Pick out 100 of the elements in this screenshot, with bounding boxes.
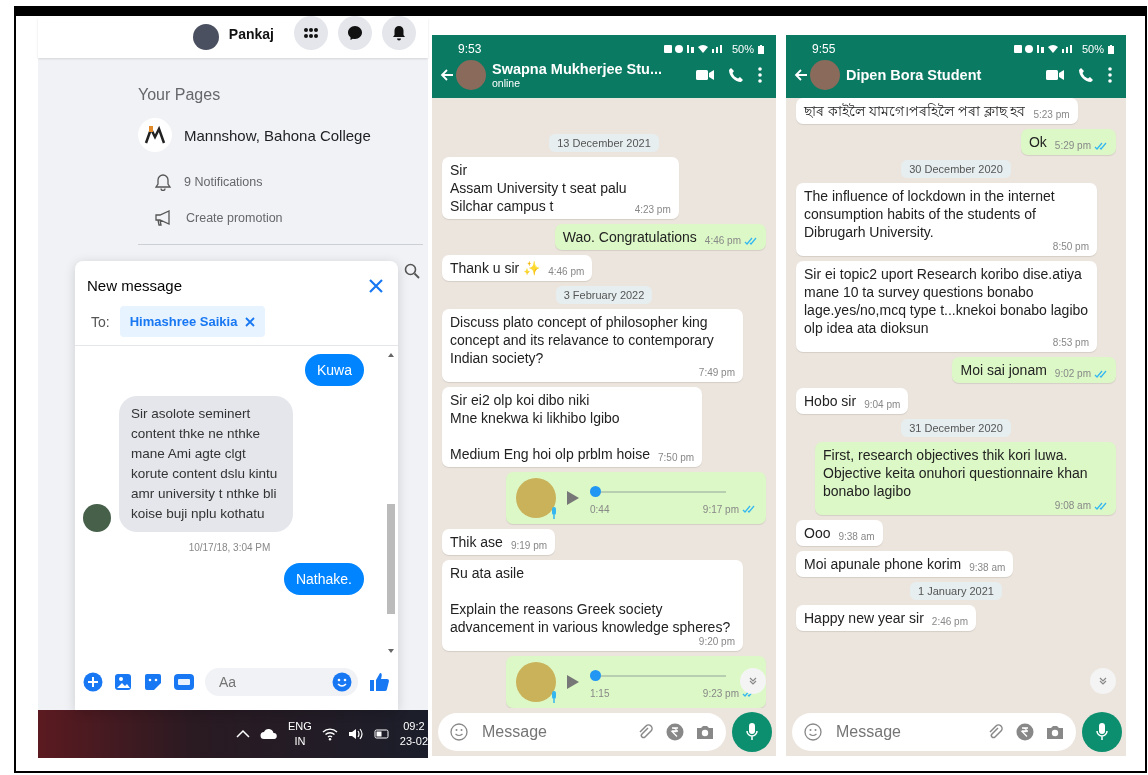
bell-icon[interactable] xyxy=(391,25,407,41)
message-field[interactable]: Message xyxy=(792,713,1076,751)
volume-icon[interactable] xyxy=(347,727,364,741)
microphone-button[interactable] xyxy=(732,712,772,752)
status-time: 9:53 xyxy=(458,42,483,56)
page-action-link[interactable]: Create promotion xyxy=(186,211,283,225)
message-timestamp: 10/17/18, 3:04 PM xyxy=(187,542,272,553)
recipient-chip[interactable]: Himashree Saikia xyxy=(119,306,266,337)
message-text: Moi apunale phone korim xyxy=(804,555,962,573)
page-name[interactable]: Mannshow, Bahona College xyxy=(184,126,371,144)
messenger-button[interactable] xyxy=(338,16,372,50)
date-chip: 31 December 2020 xyxy=(901,419,1011,437)
message-time: 9:08 am xyxy=(1054,500,1091,511)
message-input[interactable]: Message xyxy=(834,722,974,742)
message-text: Discuss plato concept of philosopher king concept and its relavance to contemporary Indian society? xyxy=(450,313,715,367)
message-text: Ok xyxy=(1028,133,1047,151)
double-chevron-down-icon[interactable] xyxy=(748,676,758,686)
battery-icon[interactable] xyxy=(373,729,390,739)
message-text: Moi sai jonam xyxy=(960,361,1047,379)
message-time: 9:20 pm xyxy=(698,636,735,647)
more-options-icon[interactable] xyxy=(758,67,762,83)
message-field[interactable]: Aa xyxy=(205,668,358,696)
video-call-icon[interactable] xyxy=(1046,69,1064,81)
battery-icon xyxy=(758,44,764,54)
message-text: Ooo xyxy=(804,524,831,542)
rupee-icon[interactable] xyxy=(666,723,684,741)
microphone-button[interactable] xyxy=(1082,712,1122,752)
phone-icon[interactable] xyxy=(728,67,744,83)
emoji-icon[interactable] xyxy=(804,723,822,741)
message-text: Sir ei topic2 uport Research koribo dise.atiya mane 10 ta survey questions bonabo lage.yes/no,mcq type t...knekoi bonabo lagibo olp idea ata dioksun xyxy=(804,265,1089,337)
voice-duration: 1:15 xyxy=(590,687,610,699)
message-text: Hobo sir xyxy=(804,392,857,410)
thumbs-up-icon[interactable] xyxy=(368,671,390,693)
play-icon[interactable] xyxy=(566,674,580,690)
grid-icon[interactable] xyxy=(303,27,319,39)
date-chip: 13 December 2021 xyxy=(549,134,659,152)
wifi-icon[interactable] xyxy=(321,727,338,741)
phone-icon[interactable] xyxy=(1078,67,1094,83)
cloud-icon[interactable] xyxy=(260,728,278,740)
microphone-icon[interactable] xyxy=(1096,723,1108,741)
camera-icon[interactable] xyxy=(1046,724,1064,740)
message-input[interactable]: Aa xyxy=(217,673,332,691)
scroll-up-icon[interactable] xyxy=(387,352,395,358)
battery-level: 50% xyxy=(1081,43,1104,55)
emoji-icon[interactable] xyxy=(450,723,468,741)
message-time: 5:23 pm xyxy=(1033,109,1070,120)
chat-bubble-icon[interactable] xyxy=(347,25,363,41)
back-arrow-icon[interactable] xyxy=(440,68,454,82)
language-indicator[interactable]: ENG IN xyxy=(288,719,312,749)
message-time: 9:04 pm xyxy=(864,399,901,410)
message-text: First, research objectives thik kori luwa. Objective keita onuhori questionnaire khan bonabo lagibo xyxy=(823,446,1089,500)
message-time: 8:53 pm xyxy=(1052,337,1089,348)
status-time: 9:55 xyxy=(812,42,837,56)
message-time: 2:46 pm xyxy=(931,616,968,627)
scrollbar-thumb[interactable] xyxy=(387,504,395,614)
more-options-icon[interactable] xyxy=(1108,67,1112,83)
sticker-icon[interactable] xyxy=(143,672,163,692)
contact-name[interactable]: Dipen Bora Student xyxy=(846,67,1032,83)
date-chip: 1 January 2021 xyxy=(910,582,1002,600)
remove-icon[interactable] xyxy=(245,316,256,327)
bell-icon xyxy=(154,173,172,191)
image-icon[interactable] xyxy=(113,672,133,692)
date-chip: 30 December 2020 xyxy=(901,160,1011,178)
rupee-icon[interactable] xyxy=(1016,723,1034,741)
profile-name[interactable]: Pankaj xyxy=(228,26,274,42)
audio-progress-thumb[interactable] xyxy=(590,486,601,497)
photo-placeholder xyxy=(516,478,556,518)
message-input[interactable]: Message xyxy=(480,722,624,742)
menu-grid-button[interactable] xyxy=(294,16,328,50)
search-icon[interactable] xyxy=(404,263,420,279)
audio-progress-thumb[interactable] xyxy=(590,670,601,681)
message-time: 9:38 am xyxy=(969,562,1006,573)
clock[interactable]: 09:2 23-02 xyxy=(399,719,428,749)
emoji-icon[interactable] xyxy=(332,672,352,692)
message-field[interactable]: Message xyxy=(438,713,726,751)
message-text: Sir Assam University t seat palu Silchar campus t xyxy=(450,161,627,215)
notifications-button[interactable] xyxy=(382,16,416,50)
message-time: 7:49 pm xyxy=(698,367,735,378)
contact-name[interactable]: Swapna Mukherjee Stu... xyxy=(492,61,682,77)
back-arrow-icon[interactable] xyxy=(794,68,808,82)
message-time: 9:17 pm xyxy=(702,503,739,515)
contact-status: online xyxy=(492,77,522,89)
page-logo-icon xyxy=(138,118,172,152)
window-title: New message xyxy=(87,277,183,294)
plus-icon[interactable] xyxy=(83,672,103,692)
message-text: Wao. Congratulations xyxy=(562,228,697,246)
voice-duration: 0:44 xyxy=(590,503,610,515)
message-text: Ru ata asile Explain the reasons Greek society advancement in various knowledge spheres? xyxy=(450,564,732,636)
chevron-up-icon[interactable] xyxy=(236,729,250,739)
video-call-icon[interactable] xyxy=(696,69,714,81)
photo-placeholder xyxy=(516,662,556,702)
microphone-icon[interactable] xyxy=(746,723,758,741)
double-chevron-down-icon[interactable] xyxy=(1098,676,1108,686)
date-chip: 3 February 2022 xyxy=(555,286,653,304)
page-action-link[interactable]: 9 Notifications xyxy=(184,175,263,189)
scroll-down-icon[interactable] xyxy=(387,648,395,654)
message-text: Sir ei2 olp koi dibo niki Mne knekwa ki likhibo lgibo Medium Eng hoi olp prblm hoise xyxy=(450,391,650,463)
camera-icon[interactable] xyxy=(696,724,714,740)
play-icon[interactable] xyxy=(566,490,580,506)
close-icon[interactable] xyxy=(368,277,384,294)
